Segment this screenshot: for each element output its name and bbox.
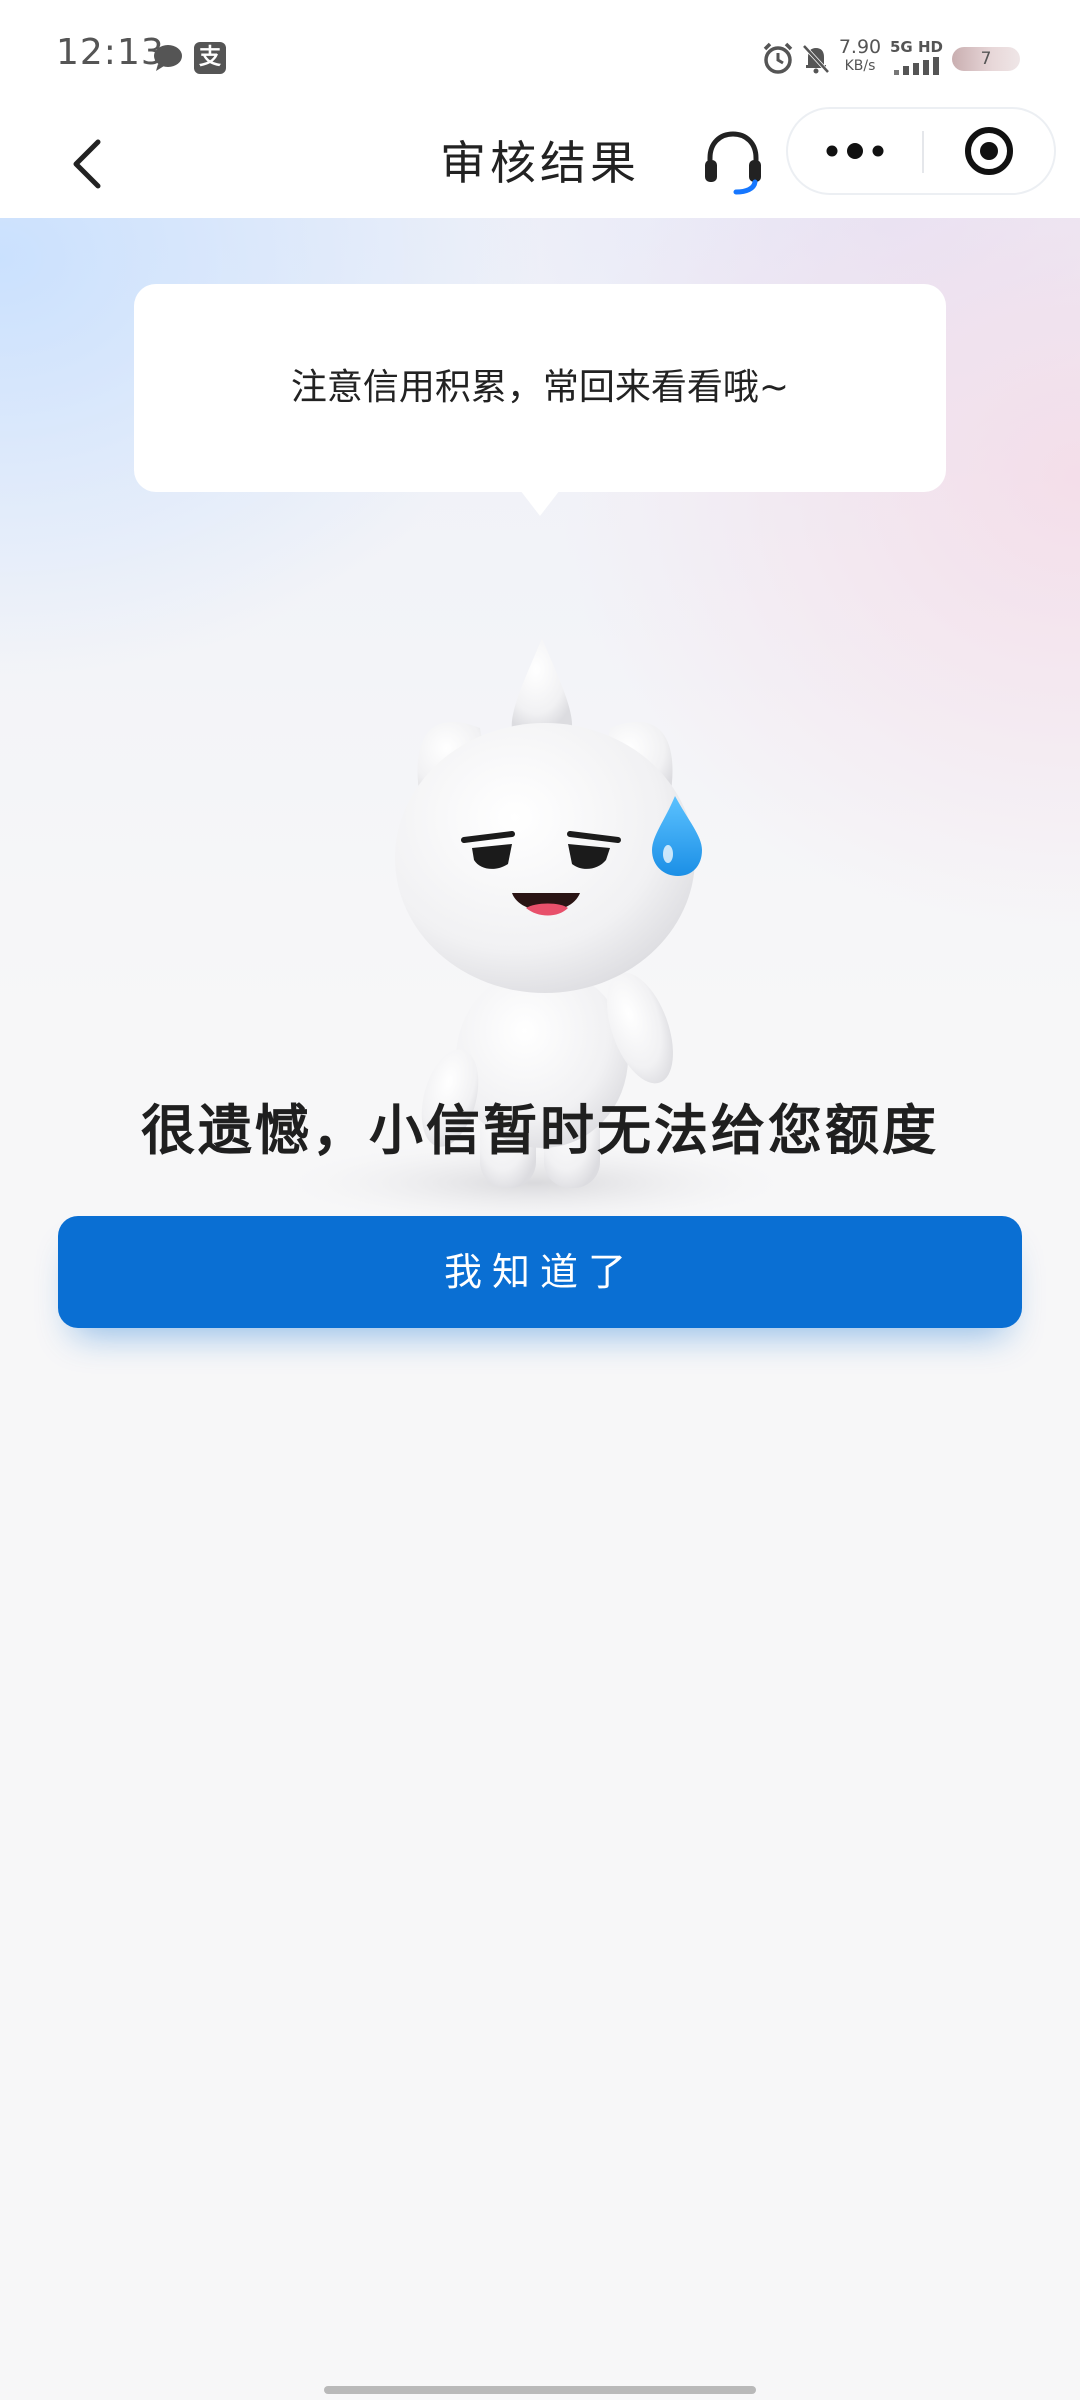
- network-speed-unit: KB/s: [844, 58, 876, 74]
- status-time: 12:13: [56, 32, 165, 73]
- network-speed: 7.90 KB/s: [838, 36, 882, 74]
- bell-off-icon: [802, 44, 830, 74]
- headset-icon[interactable]: [700, 126, 766, 198]
- speech-bubble-text: 注意信用积累，常回来看看哦~: [290, 367, 790, 408]
- signal-icon: [894, 57, 939, 75]
- more-dots-icon[interactable]: [788, 109, 922, 193]
- chat-bubble-icon: [154, 45, 182, 71]
- speech-bubble: 注意信用积累，常回来看看哦~: [134, 284, 946, 516]
- network-type: 5G HD: [890, 38, 943, 56]
- result-headline: 很遗憾，小信暂时无法给您额度: [141, 1099, 939, 1162]
- status-bar: 12:13 支 7.90 KB/s 5G HD 7: [0, 0, 1080, 110]
- close-target-icon[interactable]: [924, 109, 1054, 193]
- alipay-icon: 支: [194, 42, 226, 74]
- acknowledge-button[interactable]: 我知道了: [58, 1216, 1022, 1328]
- acknowledge-button-label: 我知道了: [443, 1250, 636, 1294]
- alarm-icon: [763, 42, 793, 74]
- network-speed-value: 7.90: [838, 36, 882, 58]
- miniprogram-capsule: [786, 107, 1056, 195]
- battery-level: 7: [980, 49, 992, 69]
- home-indicator[interactable]: [324, 2386, 756, 2394]
- battery-icon: 7: [952, 47, 1020, 71]
- main-content: 注意信用积累，常回来看看哦~ 很遗憾，小信暂时无法给您额度 我知道了: [0, 218, 1080, 2400]
